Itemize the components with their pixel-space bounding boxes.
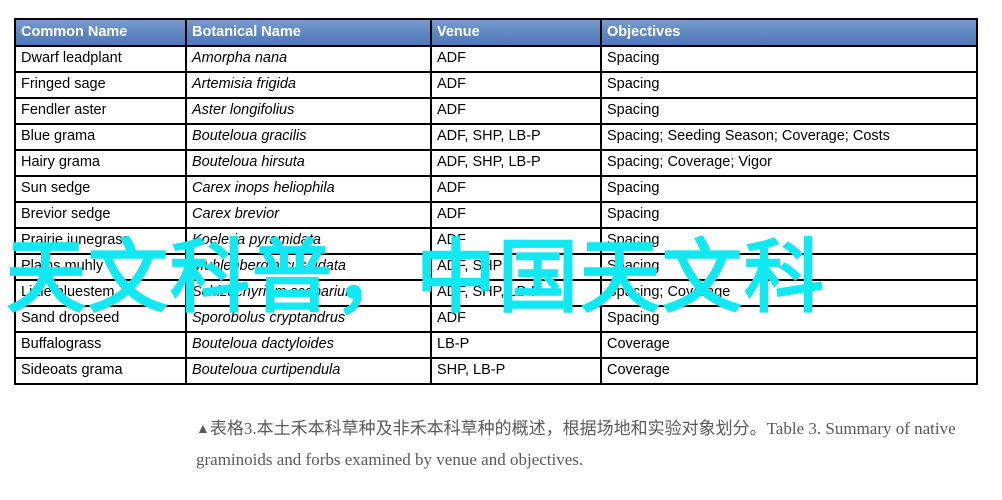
- table-header-row: Common Name Botanical Name Venue Objecti…: [16, 20, 976, 47]
- cell-objectives: Spacing: [602, 229, 976, 255]
- cell-objectives: Spacing: [602, 307, 976, 333]
- table-row: Sideoats grama Bouteloua curtipendula SHP,…: [16, 359, 976, 383]
- cell-objectives: Coverage: [602, 333, 976, 359]
- cell-common-name: Little bluestem: [16, 281, 187, 307]
- cell-objectives: Spacing; Coverage: [602, 281, 976, 307]
- cell-common-name: Fringed sage: [16, 73, 187, 99]
- column-header-botanical-name: Botanical Name: [187, 20, 432, 47]
- column-header-common-name: Common Name: [16, 20, 187, 47]
- table-row: Fringed sage Artemisia frigida ADF Spacing: [16, 73, 976, 99]
- cell-common-name: Sideoats grama: [16, 359, 187, 383]
- cell-objectives: Spacing: [602, 99, 976, 125]
- cell-objectives: Spacing: [602, 47, 976, 73]
- cell-common-name: Fendler aster: [16, 99, 187, 125]
- table-row: Buffalograss Bouteloua dactyloides LB-P Cov…: [16, 333, 976, 359]
- caption-marker-icon: ▲: [196, 422, 210, 437]
- cell-venue: LB-P: [432, 333, 602, 359]
- cell-botanical-name: Koeleria pyramidata: [187, 229, 432, 255]
- table-row: Dwarf leadplant Amorpha nana ADF Spacing: [16, 47, 976, 73]
- cell-objectives: Coverage: [602, 359, 976, 383]
- cell-common-name: Blue grama: [16, 125, 187, 151]
- table-row: Sand dropseed Sporobolus cryptandrus ADF Sp…: [16, 307, 976, 333]
- cell-botanical-name: Aster longifolius: [187, 99, 432, 125]
- cell-common-name: Sun sedge: [16, 177, 187, 203]
- cell-venue: ADF, SHP, LB-P: [432, 125, 602, 151]
- column-header-venue: Venue: [432, 20, 602, 47]
- cell-venue: ADF, SHP: [432, 255, 602, 281]
- cell-objectives: Spacing: [602, 203, 976, 229]
- cell-botanical-name: Sporobolus cryptandrus: [187, 307, 432, 333]
- cell-venue: ADF: [432, 99, 602, 125]
- table-row: Plains muhly Muhlenbergia cuspidata ADF, S…: [16, 255, 976, 281]
- cell-common-name: Brevior sedge: [16, 203, 187, 229]
- table-row: Prairie junegrass Koeleria pyramidata ADF S…: [16, 229, 976, 255]
- table-row: Blue grama Bouteloua gracilis ADF, SHP, LB…: [16, 125, 976, 151]
- cell-objectives: Spacing; Seeding Season; Coverage; Costs: [602, 125, 976, 151]
- table-header: Common Name Botanical Name Venue Objecti…: [16, 20, 976, 47]
- table-row: Fendler aster Aster longifolius ADF Spacing: [16, 99, 976, 125]
- table-caption: ▲表格3.本土禾本科草种及非禾本科草种的概述，根据场地和实验对象划分。Table…: [196, 414, 976, 475]
- cell-common-name: Plains muhly: [16, 255, 187, 281]
- cell-venue: ADF: [432, 307, 602, 333]
- cell-botanical-name: Artemisia frigida: [187, 73, 432, 99]
- table-body: Dwarf leadplant Amorpha nana ADF Spacing Fri…: [16, 47, 976, 383]
- table-row: Sun sedge Carex inops heliophila ADF Spacin…: [16, 177, 976, 203]
- cell-venue: ADF: [432, 47, 602, 73]
- cell-botanical-name: Bouteloua gracilis: [187, 125, 432, 151]
- cell-common-name: Prairie junegrass: [16, 229, 187, 255]
- cell-botanical-name: Muhlenbergia cuspidata: [187, 255, 432, 281]
- cell-venue: ADF, SHP, LB-P: [432, 281, 602, 307]
- caption-text: 表格3.本土禾本科草种及非禾本科草种的概述，根据场地和实验对象划分。Table …: [196, 419, 956, 469]
- cell-botanical-name: Bouteloua dactyloides: [187, 333, 432, 359]
- cell-botanical-name: Bouteloua curtipendula: [187, 359, 432, 383]
- cell-common-name: Hairy grama: [16, 151, 187, 177]
- cell-venue: SHP, LB-P: [432, 359, 602, 383]
- cell-botanical-name: Carex inops heliophila: [187, 177, 432, 203]
- table-container: Common Name Botanical Name Venue Objecti…: [14, 18, 978, 385]
- column-header-objectives: Objectives: [602, 20, 976, 47]
- cell-common-name: Sand dropseed: [16, 307, 187, 333]
- cell-venue: ADF: [432, 73, 602, 99]
- table-row: Brevior sedge Carex brevior ADF Spacing: [16, 203, 976, 229]
- table-row: Little bluestem Schizachyrium scoparium AD…: [16, 281, 976, 307]
- cell-botanical-name: Bouteloua hirsuta: [187, 151, 432, 177]
- cell-venue: ADF: [432, 203, 602, 229]
- cell-venue: ADF, SHP, LB-P: [432, 151, 602, 177]
- cell-objectives: Spacing: [602, 73, 976, 99]
- cell-objectives: Spacing: [602, 177, 976, 203]
- cell-common-name: Dwarf leadplant: [16, 47, 187, 73]
- cell-common-name: Buffalograss: [16, 333, 187, 359]
- cell-venue: ADF: [432, 229, 602, 255]
- cell-objectives: Spacing; Coverage; Vigor: [602, 151, 976, 177]
- cell-botanical-name: Amorpha nana: [187, 47, 432, 73]
- cell-venue: ADF: [432, 177, 602, 203]
- page-root: Common Name Botanical Name Venue Objecti…: [0, 0, 1002, 500]
- table-row: Hairy grama Bouteloua hirsuta ADF, SHP, LB…: [16, 151, 976, 177]
- cell-botanical-name: Schizachyrium scoparium: [187, 281, 432, 307]
- cell-objectives: Spacing: [602, 255, 976, 281]
- native-species-table: Common Name Botanical Name Venue Objecti…: [14, 18, 978, 385]
- cell-botanical-name: Carex brevior: [187, 203, 432, 229]
